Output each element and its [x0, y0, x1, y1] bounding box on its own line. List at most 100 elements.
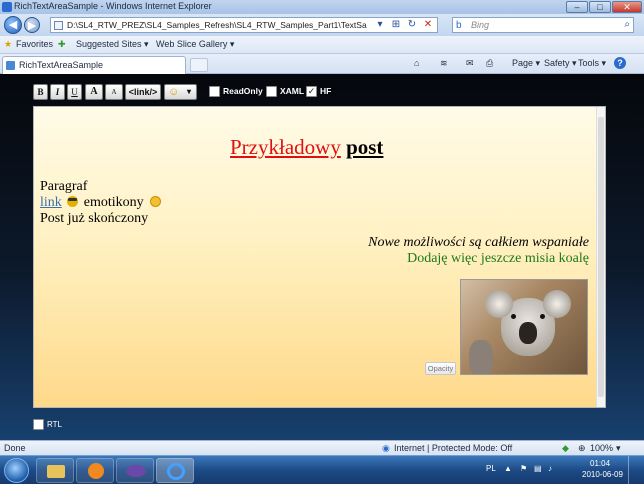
safety-menu[interactable]: Safety ▾ — [544, 58, 577, 69]
favorites-star-icon: ★ — [4, 39, 13, 49]
tab-row: RichTextAreaSample ⌂ ≋ ✉ ⎙ Page ▾ Safety… — [0, 54, 644, 74]
address-text[interactable]: D:\SL4_RTW_PREZ\SL4_Samples_Refresh\SL4_… — [67, 20, 367, 30]
page-icon — [54, 21, 63, 30]
clock-time: 01:04 — [590, 459, 611, 468]
network-icon[interactable]: ▤ — [534, 464, 542, 473]
paragraph-line: Paragraf — [40, 179, 88, 194]
volume-icon[interactable]: ♪ — [548, 464, 552, 473]
add-favorites-icon[interactable]: ✚ — [58, 39, 66, 50]
koala-nose — [519, 322, 537, 344]
cool-emoticon-icon — [67, 196, 79, 207]
green-line: Dodaję więc jeszcze misia koalę — [407, 251, 589, 266]
koala-eye-left — [511, 314, 516, 319]
koala-eye-right — [540, 314, 545, 319]
post-link[interactable]: link — [40, 195, 62, 210]
security-zone-text[interactable]: Internet | Protected Mode: Off — [394, 443, 512, 453]
link-line: link emotikony — [40, 195, 162, 211]
insert-link-button[interactable]: <link/> — [125, 84, 161, 100]
hf-checkbox[interactable]: ✓ — [306, 86, 317, 97]
favorites-bar: ★ Favorites ✚ Suggested Sites ▾ Web Slic… — [0, 36, 644, 54]
new-tab-button[interactable] — [190, 58, 208, 72]
koala-arm — [469, 340, 493, 374]
xaml-label: XAML — [280, 86, 305, 96]
title-red-part: Przykładowy — [230, 135, 341, 159]
help-icon[interactable]: ? — [614, 57, 626, 69]
expression-blend-taskbar-icon[interactable] — [116, 458, 154, 483]
compatibility-icon[interactable]: ⊞ — [389, 19, 403, 31]
navigation-bar: ◀ ▶ D:\SL4_RTW_PREZ\SL4_Samples_Refresh\… — [0, 14, 644, 36]
ie-app-icon — [2, 2, 12, 12]
show-desktop-button[interactable] — [628, 456, 642, 484]
finished-line: Post już skończony — [40, 211, 149, 226]
italic-line: Nowe możliwości są całkiem wspaniałe — [368, 235, 589, 250]
tab-label: RichTextAreaSample — [19, 60, 104, 70]
window-title: RichTextAreaSample - Windows Internet Ex… — [14, 1, 212, 11]
close-button[interactable]: ✕ — [612, 1, 642, 13]
hf-label: HF — [320, 86, 332, 96]
refresh-icon[interactable]: ↻ — [405, 19, 419, 31]
rtl-checkbox[interactable] — [33, 419, 44, 430]
search-box[interactable]: b Bing ⌕ — [452, 17, 634, 33]
print-icon[interactable]: ⎙ — [486, 58, 493, 69]
italic-button[interactable]: I — [50, 84, 65, 100]
search-icon[interactable]: ⌕ — [624, 19, 630, 30]
emoticons-text: emotikony — [83, 195, 144, 210]
font-decrease-button[interactable]: A — [105, 84, 123, 100]
language-indicator[interactable]: PL — [486, 464, 496, 473]
silverlight-content: B I U A A <link/> ☺ ▾ ReadOnly XAML ✓ HF… — [0, 74, 644, 440]
explorer-taskbar-icon[interactable] — [36, 458, 74, 483]
underline-button[interactable]: U — [67, 84, 82, 100]
status-bar: Done ◉ Internet | Protected Mode: Off ◆ … — [0, 440, 644, 455]
protected-mode-icon: ◆ — [562, 443, 569, 453]
post-title: Przykładowy post — [230, 135, 383, 160]
chevron-down-icon: ▾ — [187, 87, 192, 96]
vertical-scrollbar[interactable] — [596, 107, 605, 407]
action-center-icon[interactable]: ⚑ — [520, 464, 527, 473]
tools-menu[interactable]: Tools ▾ — [578, 58, 606, 69]
smiley-icon: ☺ — [168, 86, 180, 98]
opacity-button[interactable]: Opacity — [425, 362, 456, 375]
address-bar[interactable]: D:\SL4_RTW_PREZ\SL4_Samples_Refresh\SL4_… — [50, 17, 438, 33]
zoom-icon[interactable]: ⊕ — [578, 443, 586, 454]
tab-richtextareasample[interactable]: RichTextAreaSample — [2, 56, 186, 74]
scrollbar-thumb[interactable] — [598, 117, 604, 397]
zoom-level[interactable]: 100% — [590, 443, 613, 453]
favorites-button[interactable]: Favorites — [16, 39, 53, 49]
bing-icon: b — [456, 20, 462, 31]
suggested-sites-link[interactable]: Suggested Sites ▾ — [76, 39, 149, 50]
title-black-part: post — [346, 135, 384, 159]
tray-arrow-icon[interactable]: ▲ — [504, 464, 512, 473]
search-placeholder[interactable]: Bing — [471, 20, 489, 30]
page-menu[interactable]: Page ▾ — [512, 58, 540, 69]
internet-explorer-taskbar-icon[interactable] — [156, 458, 194, 483]
start-button[interactable] — [4, 458, 29, 483]
web-slice-gallery-link[interactable]: Web Slice Gallery ▾ — [156, 39, 234, 50]
emoticon-dropdown[interactable]: ☺ ▾ — [164, 84, 197, 100]
mail-icon[interactable]: ✉ — [466, 58, 474, 69]
xaml-checkbox[interactable] — [266, 86, 277, 97]
readonly-label: ReadOnly — [223, 86, 263, 96]
dropdown-icon[interactable]: ▾ — [373, 19, 387, 31]
readonly-checkbox[interactable] — [209, 86, 220, 97]
maximize-button[interactable]: □ — [589, 1, 611, 13]
feeds-icon[interactable]: ≋ — [440, 58, 448, 69]
rich-text-area[interactable]: Przykładowy post Paragraf link emotikony… — [33, 106, 606, 408]
media-player-taskbar-icon[interactable] — [76, 458, 114, 483]
internet-zone-icon: ◉ — [382, 443, 390, 453]
smile-emoticon-icon — [150, 196, 162, 207]
bold-button[interactable]: B — [33, 84, 48, 100]
forward-button[interactable]: ▶ — [24, 17, 40, 33]
minimize-button[interactable]: – — [566, 1, 588, 13]
clock[interactable]: 01:04 2010-06-09 — [582, 458, 623, 482]
koala-ear-right — [543, 290, 571, 318]
page-tab-icon — [6, 61, 15, 70]
koala-image — [460, 279, 588, 375]
home-icon[interactable]: ⌂ — [414, 58, 419, 68]
zoom-dropdown-icon[interactable]: ▾ — [616, 443, 621, 454]
back-button[interactable]: ◀ — [4, 16, 22, 34]
clock-date: 2010-06-09 — [582, 470, 623, 479]
font-increase-button[interactable]: A — [85, 84, 103, 100]
title-bar: RichTextAreaSample - Windows Internet Ex… — [0, 0, 644, 14]
stop-icon[interactable]: ✕ — [421, 19, 435, 31]
status-text: Done — [4, 443, 26, 453]
